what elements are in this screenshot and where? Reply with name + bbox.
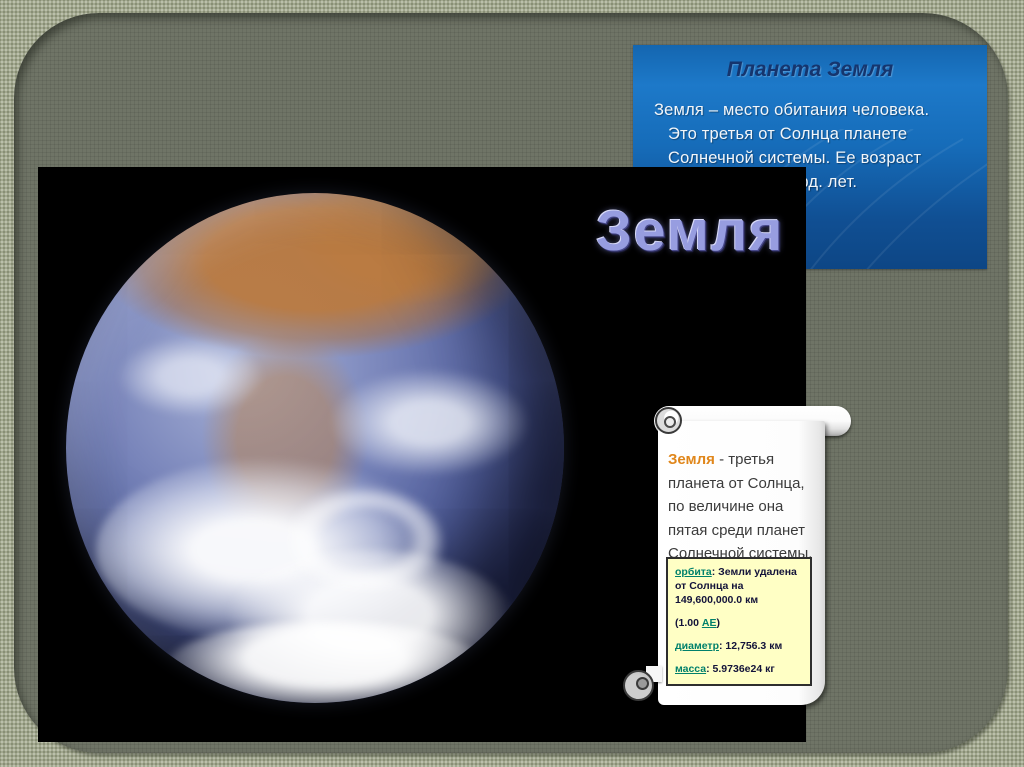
au-link[interactable]: АЕ xyxy=(702,617,717,629)
scroll-intro-text: Земля - третья планета от Солнца, по вел… xyxy=(668,448,822,566)
earth-cloud-decoration xyxy=(165,621,485,703)
earth-image-box: Земля Земля - третья планета от Солнца, … xyxy=(38,167,851,742)
diameter-value: : 12,756.3 км xyxy=(718,640,783,652)
scroll-curl-spiral xyxy=(636,677,649,690)
fact-mass: масса: 5.9736e24 кг xyxy=(675,662,805,676)
earth-photo xyxy=(66,193,564,703)
earth-cloud-decoration xyxy=(115,335,266,418)
fact-diameter: диаметр: 12,756.3 км xyxy=(675,639,805,653)
orbit-link[interactable]: орбита xyxy=(675,566,712,578)
au-suffix: ) xyxy=(716,617,720,629)
diameter-link[interactable]: диаметр xyxy=(675,640,719,652)
slide-background: Планета Земля Земля – место обитания чел… xyxy=(0,0,1024,767)
info-panel-title: Планета Земля xyxy=(726,58,894,81)
facts-box: орбита: Земли удалена от Солнца на 149,6… xyxy=(666,557,812,686)
scroll-note: Земля - третья планета от Солнца, по вел… xyxy=(584,404,854,714)
fact-orbit: орбита: Земли удалена от Солнца на 149,6… xyxy=(675,565,805,607)
earth-caption-3d: Земля xyxy=(596,199,785,263)
au-prefix: (1.00 xyxy=(675,617,702,629)
scroll-top-curl xyxy=(655,407,682,434)
scroll-intro-highlight: Земля xyxy=(668,451,715,468)
scroll-curl-spiral xyxy=(664,416,676,428)
mass-link[interactable]: масса xyxy=(675,663,706,675)
earth-cloud-decoration xyxy=(324,366,535,479)
scroll-bottom-curl xyxy=(623,670,654,701)
mass-value: : 5.9736e24 кг xyxy=(706,663,775,675)
slide-inner-area: Планета Земля Земля – место обитания чел… xyxy=(14,13,1008,753)
fact-au: (1.00 АЕ) xyxy=(675,616,805,630)
info-panel-text-line: Земля – место обитания человека. xyxy=(654,101,930,119)
earth-cloud-decoration xyxy=(265,473,465,607)
